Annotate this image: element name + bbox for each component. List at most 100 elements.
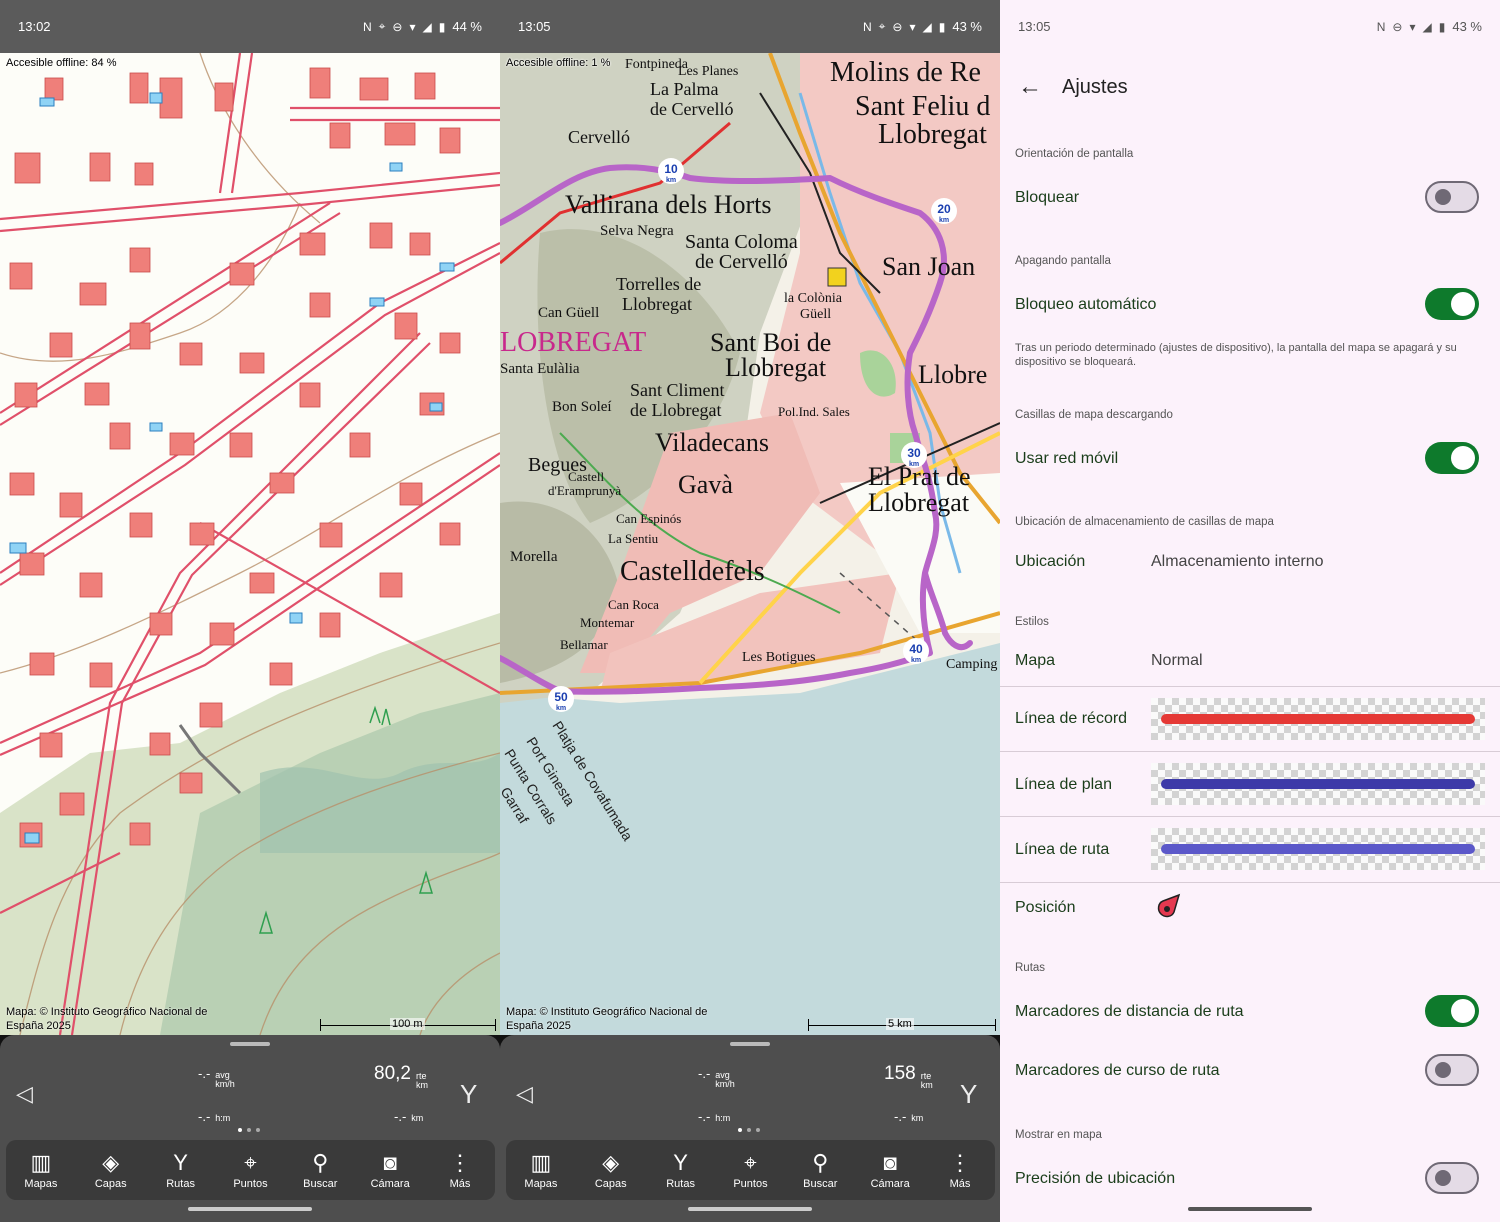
toggle-location-accuracy[interactable] (1425, 1162, 1479, 1194)
section-show-on-map: Mostrar en mapa (1015, 1129, 1102, 1141)
km-marker-40: 40 (909, 642, 923, 656)
map-canvas[interactable] (0, 53, 500, 1035)
route-distance-stat: 80,2 rte km (374, 1063, 428, 1090)
toolbar-rutas[interactable]: Y Rutas (151, 1150, 211, 1190)
status-bar: 13:05 N ⊖ ▾ ◢ ▮ 43 % (1000, 0, 1500, 53)
offline-availability: Accesible offline: 1 % (506, 57, 611, 69)
battery-level: 43 % (1452, 19, 1482, 34)
toggle-auto-lock[interactable] (1425, 288, 1479, 320)
toolbar-buscar[interactable]: ⚲ Buscar (790, 1150, 850, 1190)
compass-icon[interactable]: ◁ (16, 1081, 33, 1107)
toolbar-camara[interactable]: ◙ Cámara (860, 1150, 920, 1190)
map-scale-bar: 100 m (320, 1018, 496, 1031)
divider (1000, 686, 1500, 687)
label-castell: Castell (568, 469, 604, 484)
page-dots (738, 1128, 760, 1132)
compass-icon[interactable]: ◁ (516, 1081, 533, 1107)
routes-icon: Y (673, 1150, 688, 1175)
toolbar-puntos[interactable]: ⌖ Puntos (720, 1150, 780, 1190)
route-fork-icon[interactable]: Y (460, 1079, 477, 1110)
bottom-toolbar: ▥ Mapas ◈ Capas Y Rutas ⌖ Puntos ⚲ Buscar ◙ Cá… (6, 1140, 495, 1200)
map-canvas[interactable]: 10 km 20 km 30 km 40 km 50 km Molins de Re Sa… (500, 53, 1000, 1035)
toolbar-mapas[interactable]: ▥ Mapas (11, 1150, 71, 1190)
divider (1000, 816, 1500, 817)
status-time: 13:02 (18, 19, 51, 34)
label-cornella: Llobre (918, 360, 987, 389)
route-distance-stat: 158 rte km (884, 1063, 933, 1090)
gesture-bar[interactable] (688, 1207, 812, 1211)
remaining-distance-stat: -.- km (394, 1109, 424, 1124)
battery-icon: ▮ (438, 19, 446, 34)
battery-icon: ▮ (1438, 19, 1446, 34)
label-torrelles: Torrelles de (616, 274, 701, 294)
time-stat: -.- h:m (198, 1109, 231, 1124)
settings-screen: 13:05 N ⊖ ▾ ◢ ▮ 43 % ← Ajustes Orientaci… (1000, 0, 1500, 1222)
km-marker-50: 50 (554, 690, 568, 704)
toolbar-rutas[interactable]: Y Rutas (651, 1150, 711, 1190)
section-tiles-download: Casillas de mapa descargando (1015, 409, 1173, 421)
label-sant-joan: San Joan (882, 252, 975, 281)
setting-map-style-value[interactable]: Normal (1151, 652, 1203, 670)
more-vertical-icon: ⋮ (448, 1150, 471, 1175)
label-llobregat-region: LOBREGAT (500, 327, 646, 358)
toolbar-capas[interactable]: ◈ Capas (581, 1150, 641, 1190)
label-santa-eulalia: Santa Eulàlia (500, 361, 580, 377)
route-line-preview[interactable] (1151, 828, 1485, 870)
status-icons: N ⊖ ▾ ◢ ▮ 43 % (1377, 19, 1482, 34)
setting-location-value[interactable]: Almacenamiento interno (1151, 553, 1324, 571)
label-camping: Camping (946, 657, 997, 672)
label-santa-coloma: Santa Coloma (685, 231, 798, 253)
plan-line-preview[interactable] (1151, 763, 1485, 805)
toolbar-mas[interactable]: ⋮ Más (930, 1150, 990, 1190)
route-fork-icon[interactable]: Y (960, 1079, 977, 1110)
search-icon: ⚲ (312, 1150, 329, 1175)
setting-plan-line-label[interactable]: Línea de plan (1015, 776, 1112, 794)
label-can-espinos: Can Espinós (616, 511, 681, 526)
routes-icon: Y (173, 1150, 188, 1175)
offline-availability: Accesible offline: 84 % (6, 57, 117, 69)
setting-map-style-label[interactable]: Mapa (1015, 652, 1055, 670)
camera-icon: ◙ (383, 1150, 397, 1175)
record-line-preview[interactable] (1151, 698, 1485, 740)
position-marker-icon[interactable] (1155, 892, 1183, 920)
page-title: Ajustes (1062, 75, 1128, 98)
label-bon-solei: Bon Soleí (552, 399, 612, 415)
layers-icon: ◈ (102, 1150, 120, 1175)
setting-auto-lock-label: Bloqueo automático (1015, 296, 1157, 313)
crosshair-icon: ⌖ (244, 1150, 257, 1175)
bottom-toolbar: ▥ Mapas ◈ Capas Y Rutas ⌖ Puntos ⚲ Buscar ◙ Cá… (506, 1140, 995, 1200)
setting-auto-lock-description: Tras un periodo determinado (ajustes de … (1015, 342, 1457, 368)
label-pol-ind: Pol.Ind. Sales (778, 404, 850, 419)
label-can-guell: Can Güell (538, 305, 599, 321)
setting-position-label[interactable]: Posición (1015, 899, 1075, 917)
setting-route-line-label[interactable]: Línea de ruta (1015, 841, 1109, 859)
drag-handle[interactable] (730, 1042, 770, 1046)
toolbar-mapas[interactable]: ▥ Mapas (511, 1150, 571, 1190)
setting-record-line-label[interactable]: Línea de récord (1015, 710, 1127, 728)
map-screen-detailed: 13:02 N ⌖ ⊖ ▾ ◢ ▮ 44 % Accesible offline… (0, 0, 500, 1222)
section-orientation: Orientación de pantalla (1015, 148, 1134, 160)
drag-handle[interactable] (230, 1042, 270, 1046)
dnd-icon: ⊖ (892, 19, 903, 34)
section-tiles-storage: Ubicación de almacenamiento de casillas … (1015, 516, 1274, 528)
toolbar-capas[interactable]: ◈ Capas (81, 1150, 141, 1190)
dnd-icon: ⊖ (392, 19, 403, 34)
more-vertical-icon: ⋮ (948, 1150, 971, 1175)
toolbar-puntos[interactable]: ⌖ Puntos (220, 1150, 280, 1190)
status-bar: 13:02 N ⌖ ⊖ ▾ ◢ ▮ 44 % (0, 0, 500, 53)
scale-label: 100 m (390, 1018, 425, 1030)
toolbar-mas[interactable]: ⋮ Más (430, 1150, 490, 1190)
gesture-bar[interactable] (188, 1207, 312, 1211)
toggle-mobile-data[interactable] (1425, 442, 1479, 474)
toggle-route-distance-markers[interactable] (1425, 995, 1479, 1027)
toolbar-camara[interactable]: ◙ Cámara (360, 1150, 420, 1190)
map-attribution: Mapa: © Instituto Geográfico Nacional de… (6, 1006, 208, 1032)
gesture-bar[interactable] (1188, 1207, 1312, 1211)
toggle-route-course-markers[interactable] (1425, 1054, 1479, 1086)
toolbar-buscar[interactable]: ⚲ Buscar (290, 1150, 350, 1190)
nfc-icon: N (862, 19, 872, 34)
toggle-lock[interactable] (1425, 181, 1479, 213)
battery-icon: ▮ (938, 19, 946, 34)
setting-location-label[interactable]: Ubicación (1015, 553, 1085, 571)
back-arrow-icon[interactable]: ← (1018, 73, 1062, 101)
